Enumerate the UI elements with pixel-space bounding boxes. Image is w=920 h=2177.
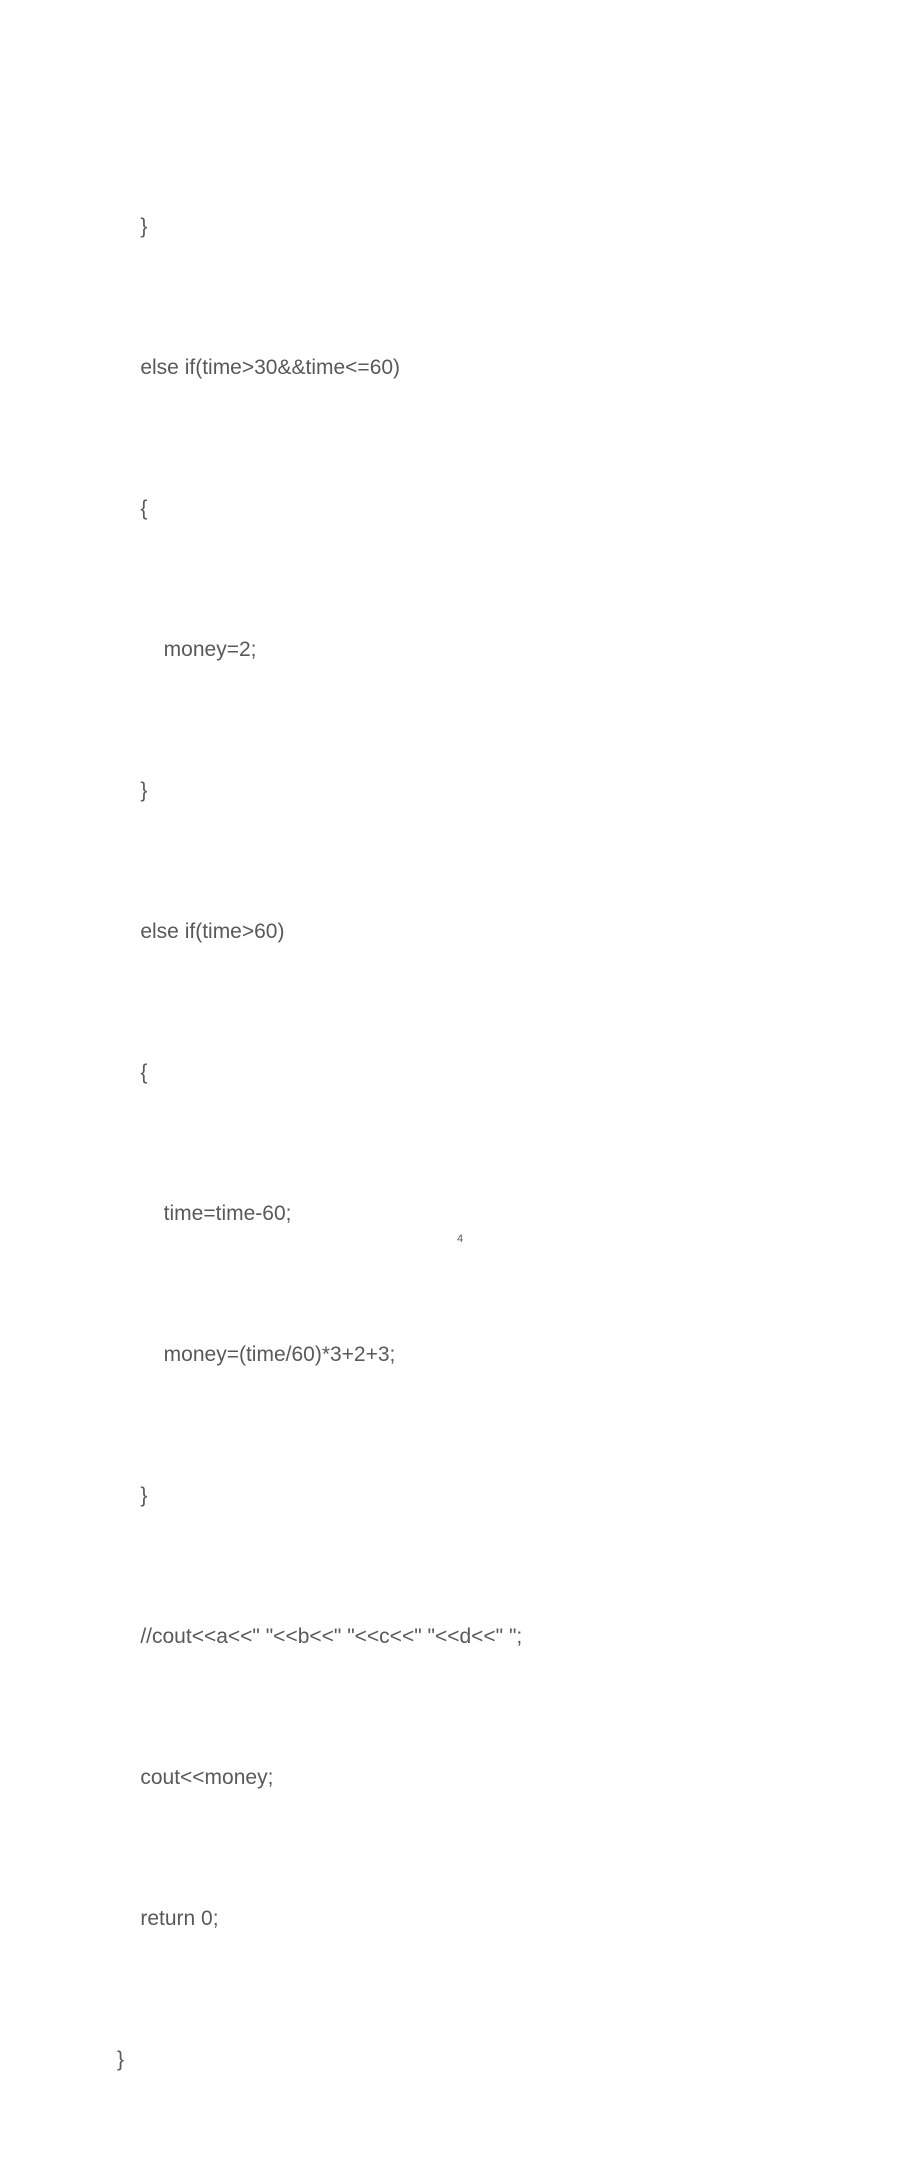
code-line: } bbox=[117, 1472, 830, 1519]
code-line: time=time-60; bbox=[117, 1190, 830, 1237]
code-line: else if(time>30&&time<=60) bbox=[117, 344, 830, 391]
code-line: return 0; bbox=[117, 1895, 830, 1942]
code-line: money=(time/60)*3+2+3; bbox=[117, 1331, 830, 1378]
code-line: } bbox=[117, 2036, 830, 2083]
document-page: } else if(time>30&&time<=60) { money=2; … bbox=[0, 0, 920, 1302]
code-line: cout<<money; bbox=[117, 1754, 830, 1801]
page-number: 4 bbox=[0, 1233, 920, 1245]
code-line: //cout<<a<<" "<<b<<" "<<c<<" "<<d<<" "; bbox=[117, 1613, 830, 1660]
code-block: } else if(time>30&&time<=60) { money=2; … bbox=[117, 109, 830, 2177]
code-line: { bbox=[117, 1049, 830, 1096]
code-line: money=2; bbox=[117, 626, 830, 673]
code-line: { bbox=[117, 485, 830, 532]
code-line: else if(time>60) bbox=[117, 908, 830, 955]
code-line: } bbox=[117, 767, 830, 814]
code-line: } bbox=[117, 203, 830, 250]
